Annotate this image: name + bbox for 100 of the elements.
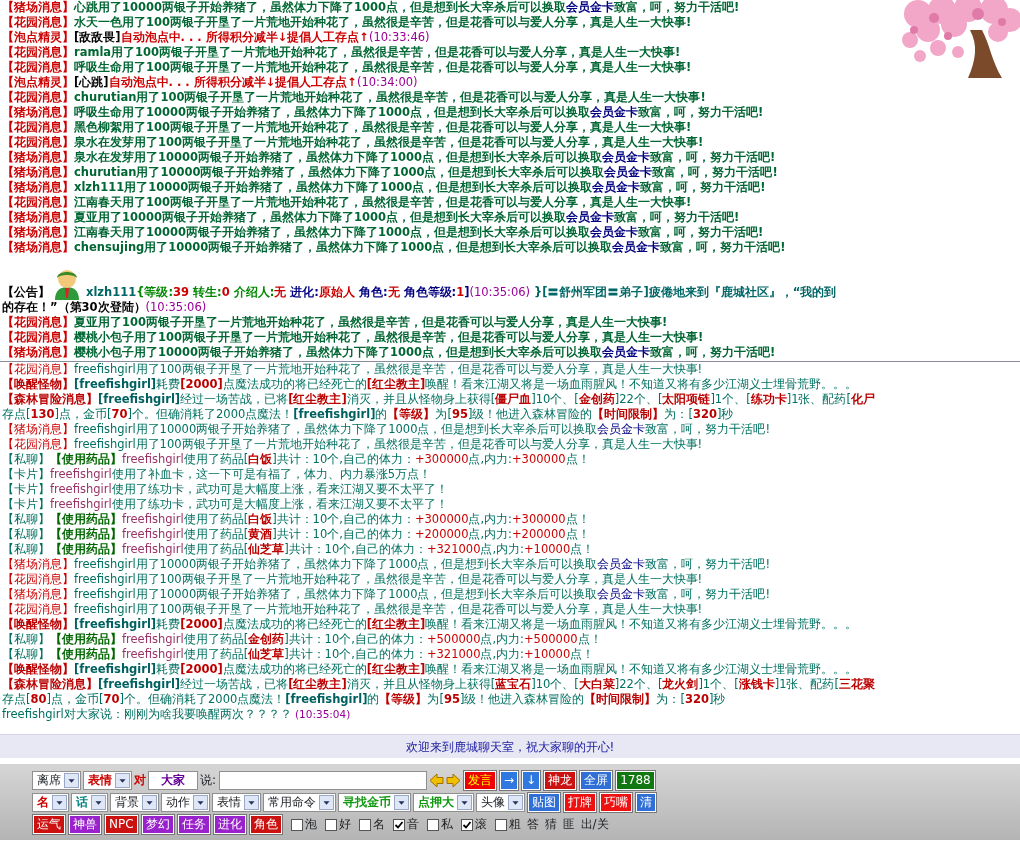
checkbox-label: 滚 (474, 817, 487, 832)
action-button[interactable]: 任务 (177, 815, 210, 834)
chat-message: 【唤醒怪物】[freefishgirl]耗费[2000]点魔法成功的将已经死亡的[红尘教主]唤醒！看来江湖又将是一场血雨腥风！不知道又将有多少江湖义士埋骨荒野。。。 (2, 662, 859, 677)
chat-message: 【私聊】【使用药品】freefishgirl使用了药品[金创药]共计：10个,自己的体力：+500000点,内力:+500000点！ (2, 632, 603, 647)
action-button[interactable]: 进化 (213, 815, 246, 834)
dropdown[interactable]: 点押大 (413, 793, 474, 812)
checkbox-label: 好 (338, 817, 351, 832)
checkbox[interactable] (392, 818, 405, 831)
checkbox-label: 粗 (508, 817, 521, 832)
label-text: 说: (200, 773, 217, 788)
chat-message: 【花园消息】freefishgirl用了100两银子开垦了一片荒地开始种花了，虽然很是辛苦，但是花香可以与爱人分享，真是人生一大快事! (2, 572, 704, 587)
chat-message: 【猪场消息】freefishgirl用了10000两银子开始养猪了，虽然体力下降了1000点，但是想到长大宰杀后可以换取会员金卡致富，呵，努力干活吧! (2, 557, 772, 572)
chat-message: 【花园消息】呼吸生命用了100两银子开垦了一片荒地开始种花了，虽然很是辛苦，但是花香可以与爱人分享，真是人生一大快事! (2, 60, 693, 75)
caret-icon[interactable] (52, 795, 67, 810)
chat-message: 的存在！”（第30次登陆）(10:35:06) (2, 300, 208, 315)
caret-icon[interactable] (457, 795, 472, 810)
dropdown[interactable]: 离席 (32, 771, 81, 790)
dropdown[interactable]: 常用命令 (263, 793, 336, 812)
checkbox[interactable] (324, 818, 337, 831)
caret-icon[interactable] (319, 795, 334, 810)
chat-message: 【花园消息】freefishgirl用了100两银子开垦了一片荒地开始种花了，虽然很是辛苦，但是花香可以与爱人分享，真是人生一大快事! (2, 437, 704, 452)
chat-message: 【森林冒险消息】[freefishgirl]经过一场苦战，已将[红尘教主]消灭，并且从怪物身上获得[僵尸血]10个、[金创药]22个、[太阳项链]1个、[练功卡]1张、配药[化尸 (2, 392, 876, 407)
action-button[interactable]: 贴图 (528, 793, 560, 812)
chat-message: 【花园消息】freefishgirl用了100两银子开垦了一片荒地开始种花了，虽然很是辛苦，但是花香可以与爱人分享，真是人生一大快事! (2, 602, 704, 617)
caret-icon[interactable] (91, 795, 106, 810)
message-input[interactable] (219, 771, 428, 790)
chat-message: 【猪场消息】夏亚用了10000两银子开始养猪了，虽然体力下降了1000点，但是想到长大宰杀后可以换取会员金卡致富，呵，努力干活吧! (2, 210, 741, 225)
chat-message: 【猪场消息】江南春天用了10000两银子开始养猪了，虽然体力下降了1000点，但是想到长大宰杀后可以换取会员金卡致富，呵，努力干活吧! (2, 225, 765, 240)
announcement-label: 【公告】 (2, 285, 50, 300)
chat-message: 【花园消息】泉水在发芽用了100两银子开垦了一片荒地开始种花了，虽然很是辛苦，但是花香可以与爱人分享，真是人生一大快事! (2, 135, 705, 150)
option-link[interactable]: 出/关 (580, 817, 609, 832)
action-button[interactable]: 1788 (616, 771, 655, 790)
chat-message: 【猪场消息】樱桃小包子用了10000两银子开始养猪了，虽然体力下降了1000点，但是想到长大宰杀后可以换取会员金卡致富，呵，努力干活吧! (2, 345, 777, 360)
avatar-icon (52, 268, 82, 300)
chat-message: 存点[80]点，金币[70]个。但确消耗了2000点魔法！[freefishgirl]的【等级】为[95]级！他进入森林冒险的【时间限制】为：[320]秒 (2, 692, 727, 707)
checkbox[interactable] (426, 818, 439, 831)
chat-message: 【花园消息】江南春天用了100两银子开垦了一片荒地开始种花了，虽然很是辛苦，但是花香可以与爱人分享，真是人生一大快事! (2, 195, 693, 210)
dropdown[interactable]: 头像 (476, 793, 525, 812)
option-link[interactable]: 答 (526, 817, 539, 832)
checkbox[interactable] (460, 818, 473, 831)
action-button[interactable]: 发言 (464, 771, 497, 790)
caret-icon[interactable] (394, 795, 409, 810)
dropdown[interactable]: 表情 (212, 793, 261, 812)
checkbox-label: 泡 (304, 817, 317, 832)
dropdown[interactable]: 寻找金币 (338, 793, 411, 812)
caret-icon[interactable] (244, 795, 259, 810)
chat-message: 【花园消息】水天一色用了100两银子开垦了一片荒地开始种花了，虽然很是辛苦，但是花香可以与爱人分享，真是人生一大快事! (2, 15, 693, 30)
action-button[interactable]: 打牌 (564, 793, 596, 812)
caret-icon[interactable] (193, 795, 208, 810)
chat-message: 【花园消息】ramla用了100两银子开垦了一片荒地开始种花了，虽然很是辛苦，但是花香可以与爱人分享，真是人生一大快事! (2, 45, 682, 60)
caret-icon[interactable] (142, 795, 157, 810)
dropdown[interactable]: 表情 (83, 771, 132, 790)
chat-message: 【卡片】freefishgirl使用了练功卡，武功可是大幅度上涨，看来江湖又要不太平了！ (2, 482, 449, 497)
checkbox[interactable] (290, 818, 303, 831)
caret-icon[interactable] (64, 773, 79, 788)
arrow-right-icon[interactable] (446, 773, 462, 788)
action-button[interactable]: 全屏 (580, 771, 613, 790)
arrow-left-icon[interactable] (429, 773, 445, 788)
chat-message: 【唤醒怪物】[freefishgirl]耗费[2000]点魔法成功的将已经死亡的[红尘教主]唤醒！看来江湖又将是一场血雨腥风！不知道又将有多少江湖义士埋骨荒野。。。 (2, 617, 859, 632)
dropdown[interactable]: 动作 (161, 793, 210, 812)
checkbox-label: 私 (440, 817, 453, 832)
checkbox[interactable] (494, 818, 507, 831)
dropdown[interactable]: 名 (32, 793, 69, 812)
chat-message: 【卡片】freefishgirl使用了练功卡，武功可是大幅度上涨，看来江湖又要不太平了！ (2, 497, 449, 512)
action-button[interactable]: 神龙 (544, 771, 577, 790)
chat-message: 【花园消息】黑色柳絮用了100两银子开垦了一片荒地开始种花了，虽然很是辛苦，但是花香可以与爱人分享，真是人生一大快事! (2, 120, 693, 135)
checkbox[interactable] (358, 818, 371, 831)
chat-message: 【猪场消息】freefishgirl用了10000两银子开始养猪了，虽然体力下降了1000点，但是想到长大宰杀后可以换取会员金卡致富，呵，努力干活吧! (2, 587, 772, 602)
chat-message: 【猪场消息】泉水在发芽用了10000两银子开始养猪了，虽然体力下降了1000点，但是想到长大宰杀后可以换取会员金卡致富，呵，努力干活吧! (2, 150, 777, 165)
welcome-banner: 欢迎来到鹿城聊天室，祝大家聊的开心! (0, 734, 1020, 758)
caret-icon[interactable] (508, 795, 523, 810)
action-button[interactable]: 角色 (249, 815, 282, 834)
chat-message: 【私聊】【使用药品】freefishgirl使用了药品[仙芝草]共计：10个,自己的体力：+321000点,内力:+10000点！ (2, 647, 596, 662)
chat-message: freefishgirl对大家说：刚刚为啥我要唤醒两次？？？？ (10:35:04) (2, 707, 352, 722)
action-button[interactable]: → (500, 771, 519, 790)
chat-message: 【唤醒怪物】[freefishgirl]耗费[2000]点魔法成功的将已经死亡的[红尘教主]唤醒！看来江湖又将是一场血雨腥风！不知道又将有多少江湖义士埋骨荒野。。。 (2, 377, 859, 392)
caret-icon[interactable] (115, 773, 130, 788)
chat-message: 【花园消息】夏亚用了100两银子开垦了一片荒地开始种花了，虽然很是辛苦，但是花香可以与爱人分享，真是人生一大快事! (2, 315, 669, 330)
chat-message: 【花园消息】樱桃小包子用了100两银子开垦了一片荒地开始种花了，虽然很是辛苦，但是花香可以与爱人分享，真是人生一大快事! (2, 330, 705, 345)
action-button[interactable]: 运气 (33, 815, 65, 834)
checkbox-label: 音 (406, 817, 419, 832)
action-button[interactable]: 巧嘴 (600, 793, 632, 812)
chat-message: 【私聊】【使用药品】freefishgirl使用了药品[仙芝草]共计：10个,自己的体力：+321000点,内力:+10000点！ (2, 542, 596, 557)
chat-message: 【猪场消息】freefishgirl用了10000两银子开始养猪了，虽然体力下降了1000点，但是想到长大宰杀后可以换取会员金卡致富，呵，努力干活吧! (2, 422, 772, 437)
action-button[interactable]: ↓ (522, 771, 541, 790)
action-button[interactable]: 梦幻 (141, 815, 174, 834)
chat-message: xlzh111{等级:39 转生:0 介绍人:无 进化:原始人 角色:无 角色等级:1](10:35:06) }[〓舒州军团〓弟子]疲倦地来到『鹿城社区』，“我的到 (86, 285, 837, 300)
option-link[interactable]: 猜 (544, 817, 557, 832)
label-text: 对 (134, 773, 146, 788)
chat-message: 【卡片】freefishgirl使用了补血卡，这一下可是有福了，体力、内力暴涨5万点！ (2, 467, 432, 482)
dropdown[interactable]: 话 (71, 793, 108, 812)
action-button[interactable]: NPC (105, 815, 138, 834)
chat-message: 【花园消息】churutian用了100两银子开垦了一片荒地开始种花了，虽然很是辛苦，但是花香可以与爱人分享，真是人生一大快事! (2, 90, 707, 105)
action-button[interactable]: 神兽 (69, 815, 101, 834)
action-button[interactable]: 清 (636, 793, 656, 812)
chat-message: 【私聊】【使用药品】freefishgirl使用了药品[黄酒]共计：10个,自己的体力：+200000点,内力:+200000点！ (2, 527, 591, 542)
recipient-field[interactable]: 大家 (148, 771, 198, 790)
chat-message: 【猪场消息】chensujing用了10000两银子开始养猪了，虽然体力下降了1000点，但是想到长大宰杀后可以换取会员金卡致富，呵，努力干活吧! (2, 240, 787, 255)
option-link[interactable]: 匪 (562, 817, 575, 832)
dropdown[interactable]: 背景 (110, 793, 159, 812)
